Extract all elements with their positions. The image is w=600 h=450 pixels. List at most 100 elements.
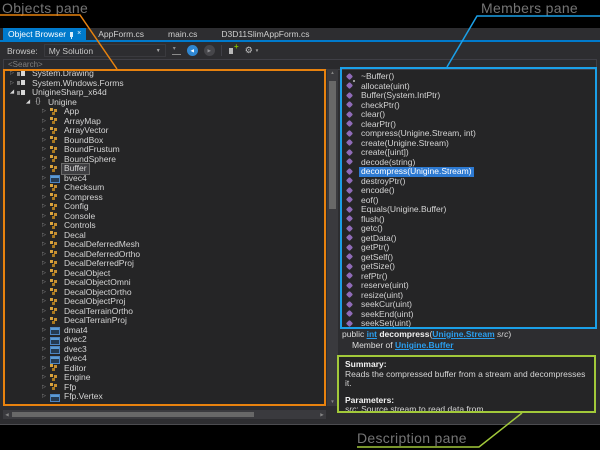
tab-appform-cs[interactable]: AppForm.cs xyxy=(86,28,156,40)
param-type-link[interactable]: Unigine.Stream xyxy=(432,329,494,339)
tree-item[interactable]: ▷bvec4 xyxy=(3,174,326,184)
expand-expander-icon[interactable]: ▷ xyxy=(39,392,49,402)
expand-expander-icon[interactable]: ▷ xyxy=(39,354,49,364)
expand-expander-icon[interactable]: ▷ xyxy=(39,136,49,146)
expand-expander-icon[interactable]: ▷ xyxy=(39,117,49,127)
tree-item[interactable]: ▷Compress xyxy=(3,193,326,203)
member-of-prefix: Member of xyxy=(352,340,393,350)
tree-item[interactable]: ▷Ffp xyxy=(3,383,326,393)
collapse-expander-icon[interactable]: ◢ xyxy=(7,88,17,98)
expand-expander-icon[interactable]: ▷ xyxy=(39,269,49,279)
tree-item[interactable]: ▷BoundBox xyxy=(3,136,326,146)
return-type-link[interactable]: int xyxy=(367,329,377,339)
tree-item[interactable]: ▷BoundFrustum xyxy=(3,145,326,155)
objects-pane-annotation-label: Objects pane xyxy=(2,0,88,16)
tree-item[interactable]: ▷Engine xyxy=(3,373,326,383)
class-icon xyxy=(49,136,59,144)
class-icon xyxy=(49,231,59,239)
tree-item[interactable]: ▷ArrayMap xyxy=(3,117,326,127)
objects-horizontal-scrollbar[interactable]: ◀ ▶ xyxy=(3,410,326,419)
tree-item[interactable]: ▷DecalTerrainProj xyxy=(3,316,326,326)
tree-item[interactable]: ▷dvec3 xyxy=(3,345,326,355)
objects-vertical-scrollbar[interactable]: ▲ ▼ xyxy=(327,69,338,406)
expand-expander-icon[interactable]: ▷ xyxy=(39,221,49,231)
expand-expander-icon[interactable]: ▷ xyxy=(39,231,49,241)
tree-item[interactable]: ▷DecalObjectOmni xyxy=(3,278,326,288)
expand-expander-icon[interactable]: ▷ xyxy=(39,240,49,250)
scrollbar-thumb[interactable] xyxy=(329,81,336,209)
scrollbar-thumb[interactable] xyxy=(12,412,254,417)
tree-item[interactable]: ▷BoundSphere xyxy=(3,155,326,165)
tree-item[interactable]: ▷DecalObject xyxy=(3,269,326,279)
scroll-left-icon[interactable]: ◀ xyxy=(3,410,11,419)
expand-expander-icon[interactable]: ▷ xyxy=(39,250,49,260)
expand-expander-icon[interactable]: ▷ xyxy=(39,278,49,288)
method-icon xyxy=(346,234,355,242)
add-to-references-icon[interactable] xyxy=(228,45,239,56)
forward-button[interactable]: ▶ xyxy=(204,45,215,56)
tree-item[interactable]: ▷Buffer xyxy=(3,164,326,174)
expand-expander-icon[interactable]: ▷ xyxy=(39,155,49,165)
pin-icon[interactable] xyxy=(70,32,73,37)
member-of-link[interactable]: Unigine.Buffer xyxy=(395,340,454,350)
tree-item[interactable]: ▷ArrayVector xyxy=(3,126,326,136)
tab-object-browser[interactable]: Object Browser× xyxy=(3,28,86,40)
tree-item[interactable]: ▷DecalObjectProj xyxy=(3,297,326,307)
tree-item[interactable]: ▷DecalDeferredProj xyxy=(3,259,326,269)
summary-text: Reads the compressed buffer from a strea… xyxy=(345,370,588,389)
member-item[interactable]: encode() xyxy=(342,186,595,196)
scroll-down-icon[interactable]: ▼ xyxy=(327,399,338,405)
expand-expander-icon[interactable]: ▷ xyxy=(39,202,49,212)
expand-expander-icon[interactable]: ▷ xyxy=(39,297,49,307)
tab-d3d11slimappform-cs[interactable]: D3D11SlimAppForm.cs xyxy=(209,28,321,40)
tree-item[interactable]: ▷Config xyxy=(3,202,326,212)
tree-item[interactable]: ▷DecalDeferredMesh xyxy=(3,240,326,250)
expand-expander-icon[interactable]: ▷ xyxy=(39,126,49,136)
close-icon[interactable]: × xyxy=(77,30,81,38)
tree-item[interactable]: ▷Checksum xyxy=(3,183,326,193)
tree-item[interactable]: ◢{}Unigine xyxy=(3,98,326,108)
tree-item[interactable]: ▷App xyxy=(3,107,326,117)
expand-expander-icon[interactable]: ▷ xyxy=(7,79,17,89)
scroll-right-icon[interactable]: ▶ xyxy=(318,410,326,419)
expand-expander-icon[interactable]: ▷ xyxy=(39,364,49,374)
edit-component-set-icon[interactable] xyxy=(172,46,181,55)
expand-expander-icon[interactable]: ▷ xyxy=(7,69,17,79)
expand-expander-icon[interactable]: ▷ xyxy=(39,335,49,345)
expand-expander-icon[interactable]: ▷ xyxy=(39,164,49,174)
member-signature: public int decompress(Unigine.Stream src… xyxy=(342,329,595,355)
expand-expander-icon[interactable]: ▷ xyxy=(39,193,49,203)
class-icon xyxy=(49,383,59,391)
expand-expander-icon[interactable]: ▷ xyxy=(39,174,49,184)
tree-item[interactable]: ▷dmat4 xyxy=(3,326,326,336)
tree-item[interactable]: ▷DecalTerrainOrtho xyxy=(3,307,326,317)
tree-item[interactable]: ▷Decal xyxy=(3,231,326,241)
expand-expander-icon[interactable]: ▷ xyxy=(39,316,49,326)
settings-gear-button[interactable]: ⚙ ▼ xyxy=(245,45,260,56)
tree-item[interactable]: ▷Controls xyxy=(3,221,326,231)
expand-expander-icon[interactable]: ▷ xyxy=(39,145,49,155)
tree-item[interactable]: ▷dvec2 xyxy=(3,335,326,345)
expand-expander-icon[interactable]: ▷ xyxy=(39,288,49,298)
browse-scope-combobox[interactable]: My Solution ▼ xyxy=(44,44,166,57)
expand-expander-icon[interactable]: ▷ xyxy=(39,183,49,193)
tab-main-cs[interactable]: main.cs xyxy=(156,28,209,40)
expand-expander-icon[interactable]: ▷ xyxy=(39,383,49,393)
expand-expander-icon[interactable]: ▷ xyxy=(39,107,49,117)
expand-expander-icon[interactable]: ▷ xyxy=(39,212,49,222)
tree-item[interactable]: ▷Console xyxy=(3,212,326,222)
expand-expander-icon[interactable]: ▷ xyxy=(39,326,49,336)
expand-expander-icon[interactable]: ▷ xyxy=(39,259,49,269)
expand-expander-icon[interactable]: ▷ xyxy=(39,345,49,355)
tree-item[interactable]: ▷Ffp.Vertex xyxy=(3,392,326,402)
tree-item[interactable]: ▷DecalObjectOrtho xyxy=(3,288,326,298)
tree-item[interactable]: ▷dvec4 xyxy=(3,354,326,364)
expand-expander-icon[interactable]: ▷ xyxy=(39,373,49,383)
collapse-expander-icon[interactable]: ◢ xyxy=(23,98,33,108)
scroll-up-icon[interactable]: ▲ xyxy=(327,70,338,76)
member-item[interactable]: seekSet(uint) xyxy=(342,319,595,327)
back-button[interactable]: ◀ xyxy=(187,45,198,56)
expand-expander-icon[interactable]: ▷ xyxy=(39,307,49,317)
tree-item[interactable]: ▷DecalDeferredOrtho xyxy=(3,250,326,260)
tree-item[interactable]: ▷Editor xyxy=(3,364,326,374)
